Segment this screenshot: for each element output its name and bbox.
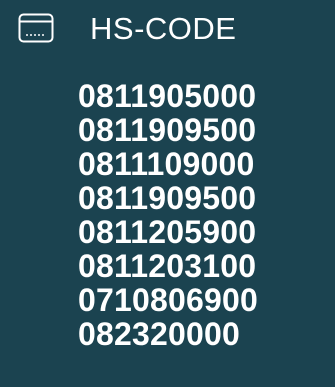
hs-code-item: 0811909500 [78, 112, 257, 148]
hs-code-list: 0811905000 0811909500 0811109000 0811909… [78, 79, 333, 351]
hs-code-item: 0811203100 [78, 248, 257, 284]
hs-code-item: 0811905000 [78, 78, 257, 114]
hs-code-item: 0710806900 [78, 282, 258, 318]
window-icon [18, 12, 56, 44]
hs-code-label: HS-CODE [90, 10, 237, 46]
hs-code-item: 0811909500 [78, 180, 257, 216]
hs-code-item: 0811205900 [78, 214, 257, 250]
hs-code-header: HS-CODE [18, 8, 325, 48]
hs-code-item: 0811109000 [78, 146, 255, 182]
hs-code-item: 082320000 [78, 316, 240, 352]
